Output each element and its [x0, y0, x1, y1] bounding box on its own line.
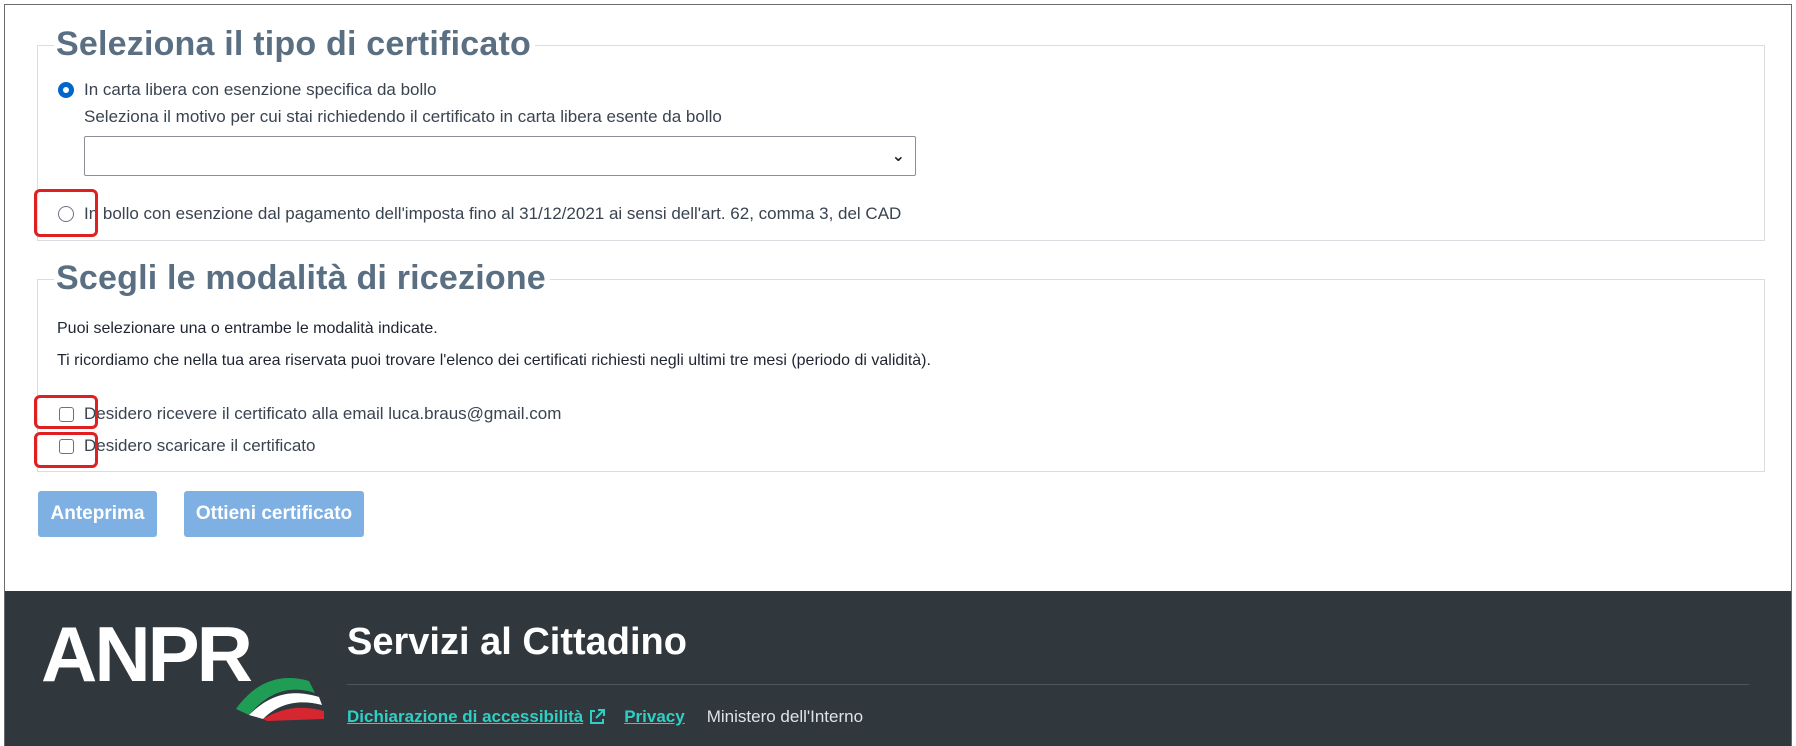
obtain-certificate-button[interactable]: Ottieni certificato	[184, 491, 364, 537]
footer-divider	[347, 684, 1749, 685]
privacy-link[interactable]: Privacy	[624, 707, 685, 727]
footer-title: Servizi al Cittadino	[347, 621, 687, 663]
checkbox-option-email[interactable]: Desidero ricevere il certificato alla em…	[59, 404, 561, 424]
radio-selected-icon[interactable]	[58, 82, 74, 98]
reception-info-line-1: Puoi selezionare una o entrambe le modal…	[57, 320, 438, 337]
reception-title: Scegli le modalità di ricezione	[54, 258, 550, 298]
external-link-icon[interactable]	[588, 708, 606, 726]
accessibility-link[interactable]: Dichiarazione di accessibilità	[347, 707, 583, 727]
highlight-checkbox-download	[34, 432, 98, 468]
chevron-down-icon: ⌄	[891, 148, 905, 165]
radio-option-bollo[interactable]: In bollo con esenzione dal pagamento del…	[58, 204, 901, 224]
anpr-logo: ANPR	[41, 611, 326, 721]
certificate-type-title: Seleziona il tipo di certificato	[54, 24, 535, 64]
footer-links: Dichiarazione di accessibilità Privacy M…	[347, 707, 863, 727]
checkbox-label-email: Desidero ricevere il certificato alla em…	[84, 404, 562, 423]
anpr-flag-swoosh-icon	[236, 678, 324, 721]
ministry-text: Ministero dell'Interno	[706, 707, 864, 726]
preview-button[interactable]: Anteprima	[38, 491, 157, 537]
motivo-hint: Seleziona il motivo per cui stai richied…	[84, 107, 722, 126]
highlight-checkbox-email	[34, 395, 98, 429]
reception-info-line-2: Ti ricordiamo che nella tua area riserva…	[57, 352, 931, 369]
radio-option-carta-libera[interactable]: In carta libera con esenzione specifica …	[58, 80, 437, 100]
highlight-radio-bollo	[34, 189, 98, 237]
motivo-select[interactable]: ⌄	[84, 136, 916, 176]
checkbox-label-download: Desidero scaricare il certificato	[84, 436, 316, 455]
site-footer: ANPR Servizi al Cittadino Dichiarazione …	[5, 591, 1791, 746]
radio-label-carta-libera: In carta libera con esenzione specifica …	[84, 80, 437, 99]
radio-label-bollo: In bollo con esenzione dal pagamento del…	[84, 204, 902, 223]
